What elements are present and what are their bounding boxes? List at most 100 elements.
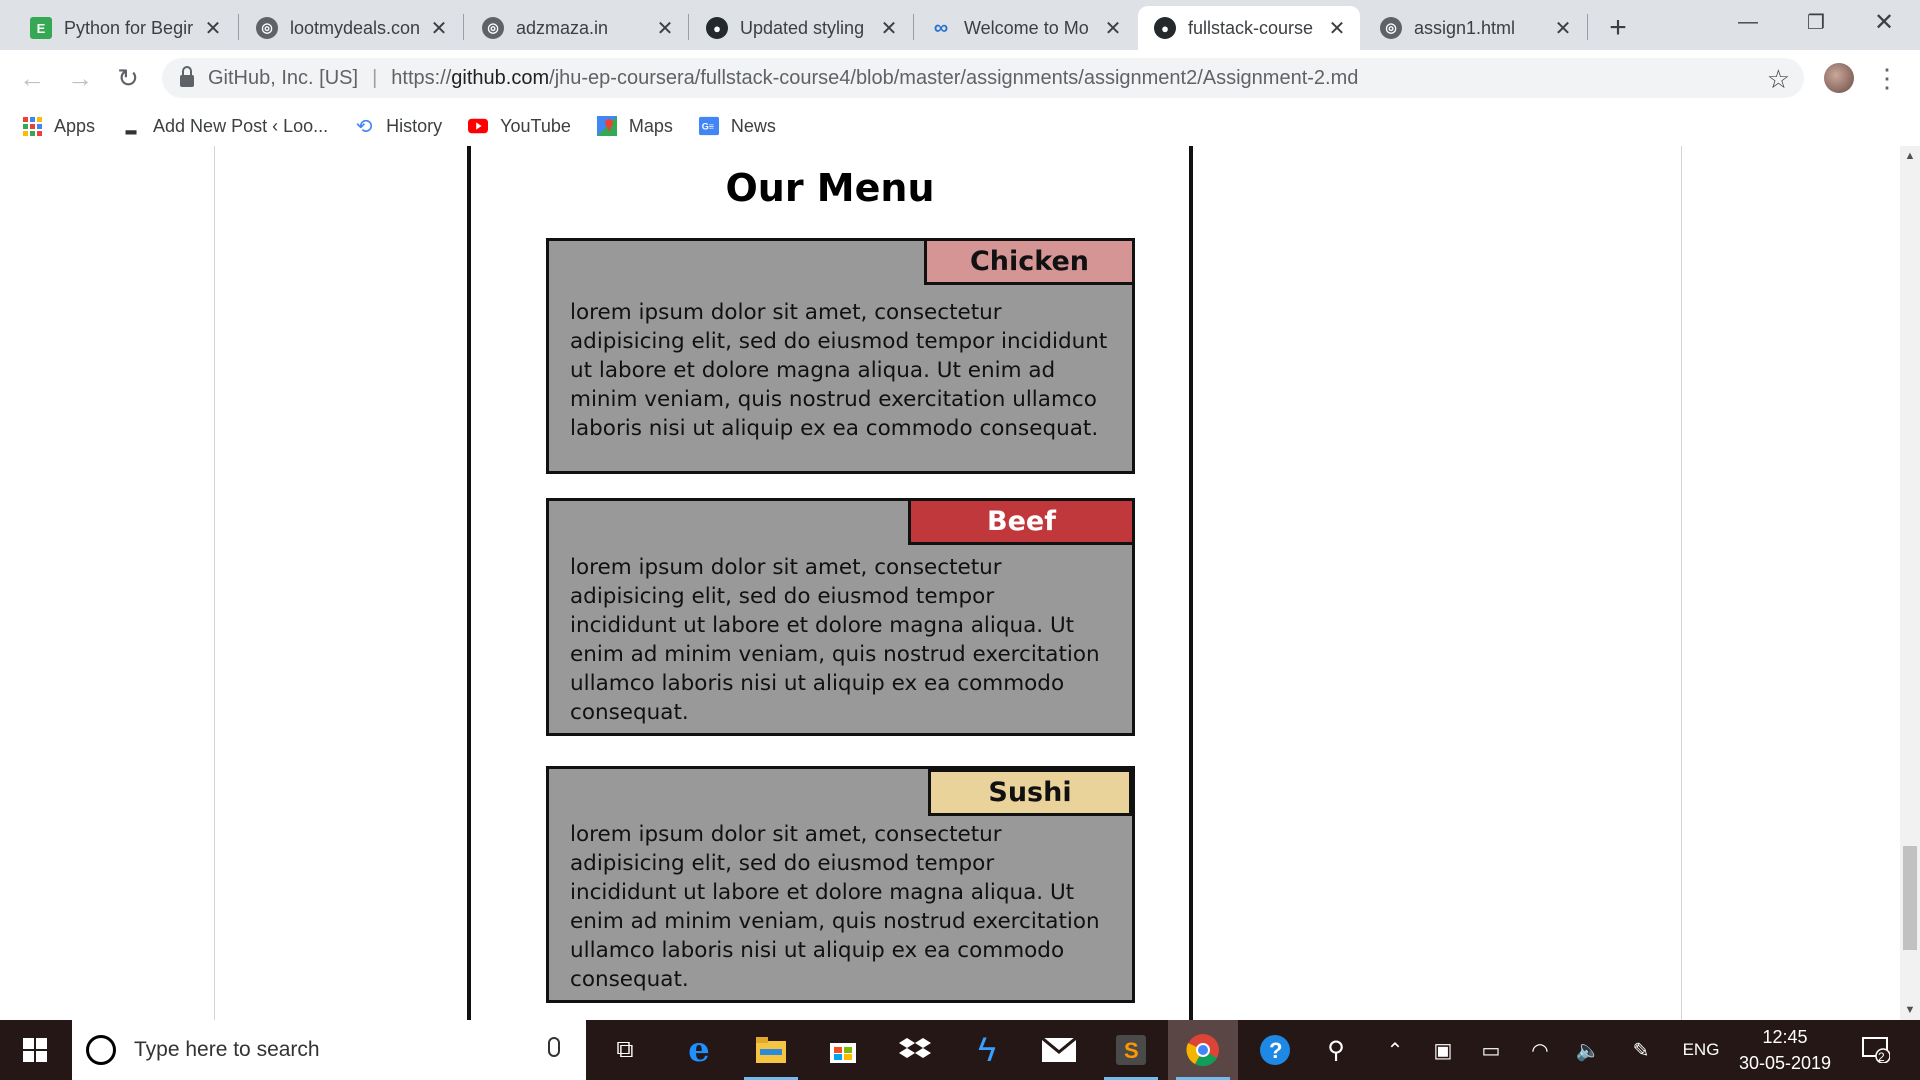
address-bar[interactable]: GitHub, Inc. [US] | https://github.com/j… <box>162 58 1804 98</box>
tab-strip: E Python for Begir ✕ ◎ lootmydeals.con ✕… <box>0 0 1920 50</box>
text-line: enim ad minim veniam, quis nostrud exerc… <box>570 909 1100 934</box>
site-identity[interactable]: GitHub, Inc. [US] <box>208 67 358 90</box>
tab[interactable]: ∞ Welcome to Mo ✕ <box>914 6 1136 50</box>
bookmark-youtube[interactable]: YouTube <box>468 116 571 137</box>
bookmark-history[interactable]: ⟲ History <box>354 116 442 138</box>
bookmark-add-new-post[interactable]: ▂ Add New Post ‹ Loo... <box>121 116 328 137</box>
card-label-sushi: Sushi <box>928 769 1132 816</box>
minimize-button[interactable]: — <box>1716 0 1780 44</box>
edge-icon[interactable]: e <box>664 1020 734 1080</box>
tab-separator <box>238 14 239 40</box>
menu-heading: Our Menu <box>725 166 935 210</box>
wifi-icon[interactable]: ◠ <box>1520 1020 1560 1080</box>
scroll-down-arrow-icon[interactable]: ▼ <box>1900 1004 1920 1016</box>
vscode-icon[interactable]: ϟ <box>952 1020 1022 1080</box>
tab-title: Python for Begir <box>64 17 194 38</box>
mail-icon[interactable] <box>1024 1020 1094 1080</box>
browser-toolbar: ← → ↻ GitHub, Inc. [US] | https://github… <box>0 50 1920 106</box>
close-icon[interactable]: ✕ <box>202 17 224 40</box>
tab[interactable]: E Python for Begir ✕ <box>14 6 236 50</box>
spreadsheet-favicon-icon: E <box>30 17 52 39</box>
text-line: adipisicing elit, sed do eiusmod tempor <box>570 851 995 876</box>
notifications-icon[interactable]: 2 <box>1852 1020 1900 1080</box>
close-window-button[interactable]: ✕ <box>1852 0 1916 44</box>
chrome-icon[interactable] <box>1168 1020 1238 1080</box>
dropbox-icon[interactable] <box>880 1020 950 1080</box>
taskbar-search-box[interactable]: Type here to search <box>72 1020 586 1080</box>
text-line: ullamco laboris nisi ut aliquip ex ea co… <box>570 671 1065 696</box>
windows-logo-icon <box>23 1038 47 1062</box>
news-icon: G≡ <box>698 116 719 136</box>
help-icon[interactable]: ? <box>1240 1020 1310 1080</box>
url-path: /jhu-ep-coursera/fullstack-course4/blob/… <box>549 66 1359 89</box>
start-button[interactable] <box>0 1020 70 1080</box>
tab-title: fullstack-course <box>1188 17 1314 38</box>
tab-separator <box>463 14 464 40</box>
url-separator: | <box>372 66 378 89</box>
reload-button[interactable]: ↻ <box>108 58 148 98</box>
close-icon[interactable]: ✕ <box>428 17 450 40</box>
language-indicator[interactable]: ENG <box>1676 1020 1726 1080</box>
bookmark-maps[interactable]: Maps <box>596 116 673 137</box>
battery-icon[interactable]: ▭ <box>1474 1020 1508 1080</box>
bookmark-label: News <box>730 115 776 136</box>
close-icon[interactable]: ✕ <box>878 17 900 40</box>
text-line: minim veniam, quis nostrud exercitation … <box>570 387 1097 412</box>
tab[interactable]: ◎ lootmydeals.con ✕ <box>240 6 462 50</box>
search-placeholder: Type here to search <box>134 1038 320 1061</box>
sublime-text-icon[interactable]: S <box>1096 1020 1166 1080</box>
vertical-scrollbar[interactable]: ▲ ▼ <box>1900 146 1920 1020</box>
card-description: lorem ipsum dolor sit amet, consectetur … <box>570 553 1100 727</box>
clock-time: 12:45 <box>1762 1027 1808 1047</box>
tab-title: Updated styling <box>740 17 865 38</box>
bookmark-label: Apps <box>54 115 96 136</box>
more-menu-icon[interactable]: ⋮ <box>1872 60 1902 96</box>
bookmark-star-icon[interactable]: ☆ <box>1767 64 1790 95</box>
scrollbar-thumb[interactable] <box>1903 846 1917 950</box>
close-icon[interactable]: ✕ <box>654 17 676 40</box>
tab-title: Welcome to Mo <box>964 17 1089 38</box>
people-icon[interactable]: ⚲ <box>1316 1020 1356 1080</box>
security-alert-icon[interactable]: ▣ <box>1426 1020 1460 1080</box>
volume-icon[interactable]: 🔈 <box>1568 1020 1608 1080</box>
text-line: ullamco laboris nisi ut aliquip ex ea co… <box>570 938 1065 963</box>
task-view-icon[interactable]: ⧉ <box>590 1020 660 1080</box>
restore-button[interactable]: ❐ <box>1784 0 1848 44</box>
tab[interactable]: ◎ assign1.html ✕ <box>1364 6 1586 50</box>
tab[interactable]: ● Updated styling ✕ <box>690 6 912 50</box>
infinity-icon: ∞ <box>933 16 949 39</box>
microphone-icon[interactable] <box>548 1037 560 1057</box>
text-line: consequat. <box>570 700 689 725</box>
show-hidden-icons-chevron-icon[interactable]: ⌃ <box>1380 1020 1410 1080</box>
microsoft-store-icon[interactable] <box>808 1020 878 1080</box>
card-label-chicken: Chicken <box>924 238 1135 285</box>
tab-active[interactable]: ● fullstack-course ✕ <box>1138 6 1360 50</box>
github-icon: ● <box>1154 17 1176 39</box>
forward-button[interactable]: → <box>60 58 100 98</box>
text-line: lorem ipsum dolor sit amet, consectetur <box>570 822 1002 847</box>
new-tab-button[interactable]: + <box>1600 10 1636 46</box>
card-label-text: Beef <box>987 506 1056 537</box>
back-button[interactable]: ← <box>12 58 52 98</box>
bookmark-apps[interactable]: Apps <box>22 116 95 137</box>
close-icon[interactable]: ✕ <box>1326 17 1348 40</box>
cortana-icon <box>86 1035 116 1065</box>
text-line: ut labore et dolore magna aliqua. Ut eni… <box>570 358 1056 383</box>
close-icon[interactable]: ✕ <box>1102 17 1124 40</box>
pen-icon[interactable]: ✎ <box>1624 1020 1658 1080</box>
bookmark-label: YouTube <box>500 115 571 136</box>
file-explorer-icon[interactable] <box>736 1020 806 1080</box>
bookmark-news[interactable]: G≡ News <box>698 115 776 137</box>
page-content: Our Menu Chicken lorem ipsum dolor sit a… <box>0 146 1900 1020</box>
svg-text:S: S <box>1124 1038 1139 1063</box>
scroll-up-arrow-icon[interactable]: ▲ <box>1900 150 1920 162</box>
globe-icon: ◎ <box>256 17 278 39</box>
profile-avatar[interactable] <box>1824 63 1854 93</box>
card-label-text: Chicken <box>969 246 1090 277</box>
tab-title: assign1.html <box>1414 17 1516 38</box>
tab-separator <box>688 14 689 40</box>
tab[interactable]: ◎ adzmaza.in ✕ <box>466 6 688 50</box>
globe-icon: ◎ <box>1380 17 1402 39</box>
close-icon[interactable]: ✕ <box>1552 17 1574 40</box>
system-clock[interactable]: 12:45 30-05-2019 <box>1730 1020 1840 1080</box>
